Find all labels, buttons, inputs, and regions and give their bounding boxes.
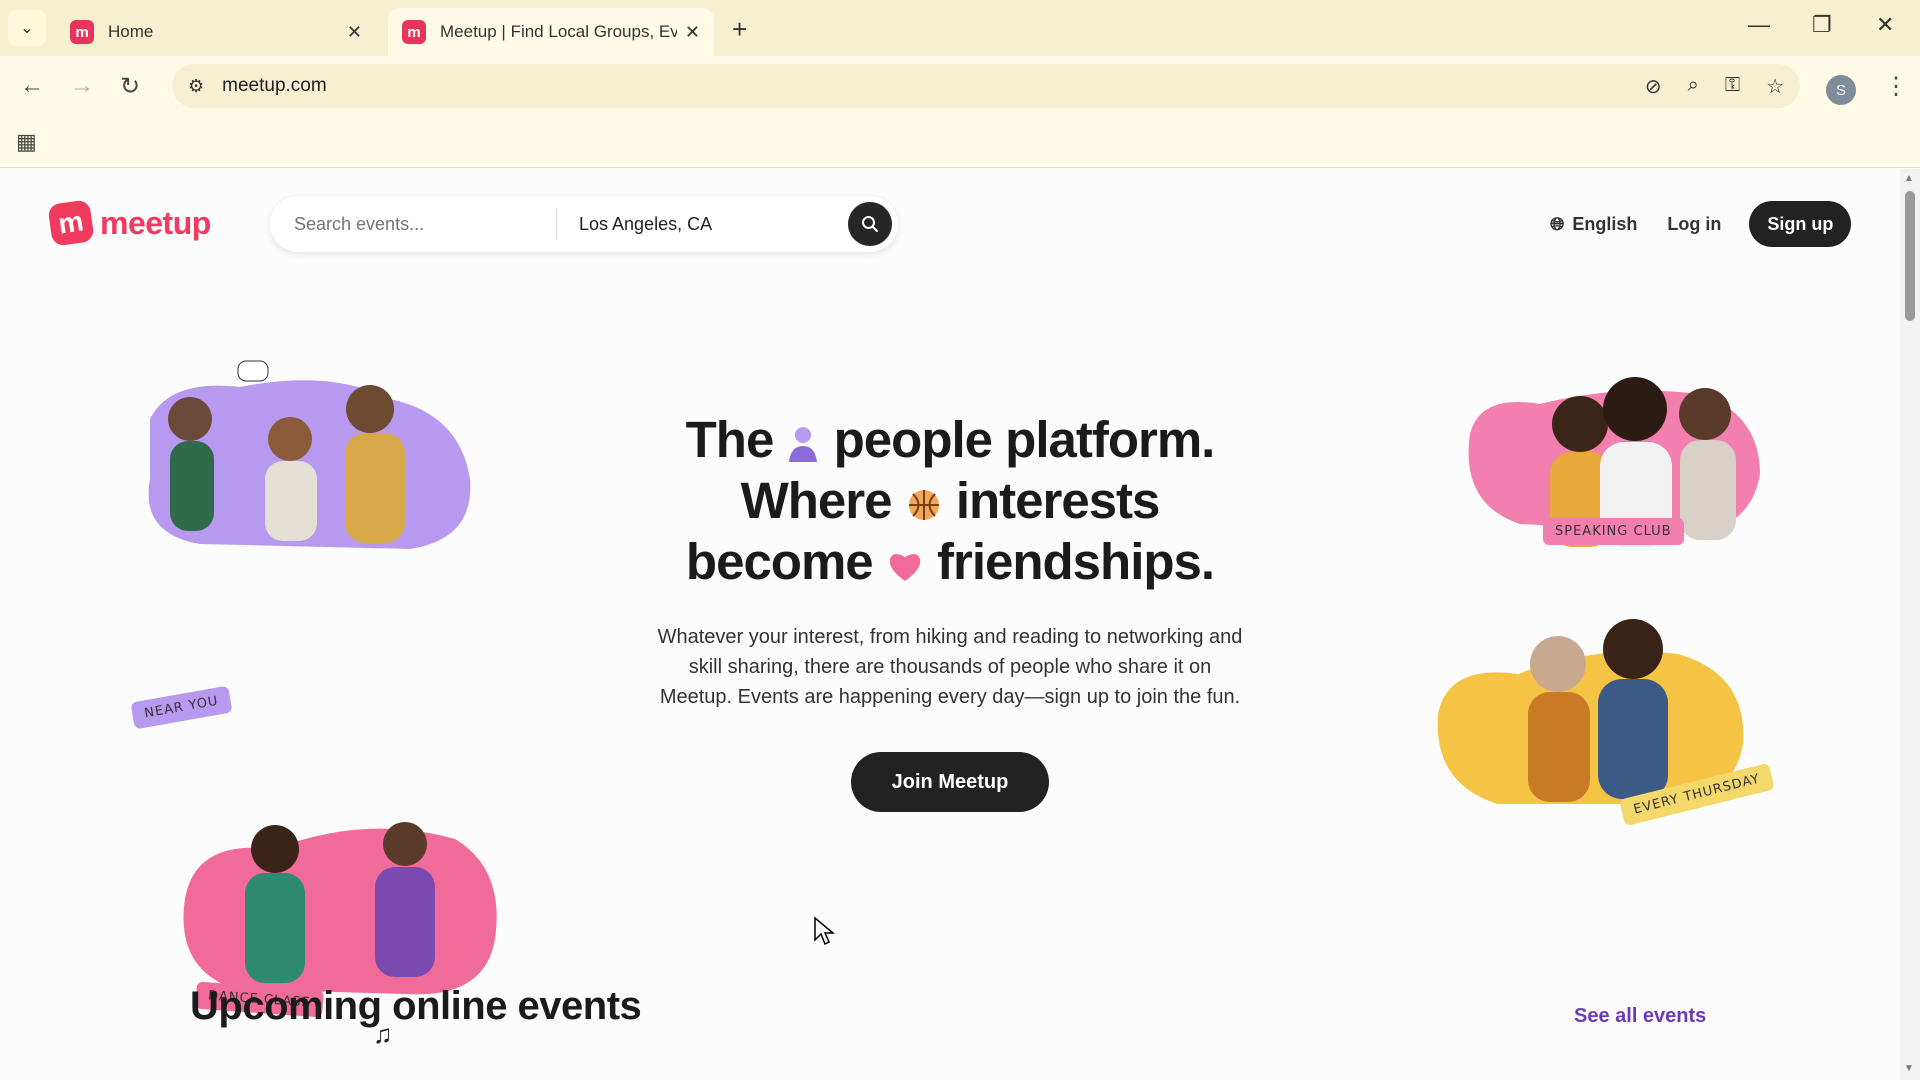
site-settings-icon[interactable]: ⚙ (188, 76, 204, 97)
search-button[interactable] (848, 202, 892, 246)
zoom-icon[interactable]: ⌕ (1688, 74, 1699, 99)
meetup-favicon-icon: m (402, 20, 426, 44)
logo-text: meetup (100, 204, 211, 241)
hero-heading: The people platform. Where interests bec… (600, 409, 1300, 592)
near-you-photo (148, 360, 471, 549)
meetup-logo[interactable]: m meetup (47, 199, 211, 247)
restore-icon[interactable]: ❐ (1812, 12, 1832, 38)
meetup-favicon-icon: m (70, 20, 94, 44)
tab-title: Meetup | Find Local Groups, Ev (440, 22, 677, 41)
address-bar[interactable]: ⚙ meetup.com ⊘ ⌕ ⚿ ☆ (172, 64, 1800, 108)
hero-section: The people platform. Where interests bec… (600, 409, 1300, 812)
speaking-club-badge: SPEAKING CLUB (1543, 518, 1684, 545)
hero-line3-b: friendships. (937, 533, 1215, 590)
location-input[interactable] (579, 213, 849, 235)
scroll-thumb[interactable] (1905, 191, 1915, 321)
hero-line2-b: interests (955, 472, 1161, 529)
see-all-events-link[interactable]: See all events (1574, 1005, 1706, 1028)
mouse-cursor-icon (814, 916, 835, 946)
password-key-icon[interactable]: ⚿ (1725, 74, 1740, 99)
hero-description: Whatever your interest, from hiking and … (657, 626, 1243, 708)
search-input[interactable] (294, 213, 554, 235)
new-tab-button[interactable]: + (732, 14, 747, 45)
heart-icon (889, 553, 921, 581)
window-close-icon[interactable]: ✕ (1876, 12, 1894, 38)
bookmark-star-icon[interactable]: ☆ (1766, 74, 1784, 99)
back-arrow-icon[interactable]: ← (20, 72, 44, 100)
browser-menu-icon[interactable]: ⋮ (1884, 72, 1908, 101)
reload-icon[interactable]: ↻ (120, 72, 140, 101)
event-search-bar (270, 196, 898, 252)
signup-button[interactable]: Sign up (1749, 201, 1852, 247)
apps-grid-icon[interactable]: ▦ (16, 129, 37, 155)
tab-title: Home (108, 22, 154, 41)
bookmarks-bar: ▦ (0, 114, 1920, 168)
login-link[interactable]: Log in (1667, 214, 1721, 235)
browser-tab-home[interactable]: m Home ✕ (56, 8, 376, 56)
language-selector[interactable]: 🌐︎ English (1550, 214, 1637, 235)
scroll-up-arrow-icon[interactable]: ▲ (1904, 173, 1914, 184)
search-divider (556, 208, 557, 240)
language-label: English (1572, 213, 1638, 234)
basketball-icon (908, 489, 939, 520)
hero-line3-a: become (685, 533, 874, 590)
browser-tab-meetup[interactable]: m Meetup | Find Local Groups, Ev ✕ (388, 8, 714, 56)
location-off-icon[interactable]: ⊘ (1645, 74, 1662, 99)
hero-line2-a: Where (740, 472, 893, 529)
page-scrollbar[interactable]: ▲ ▼ (1900, 169, 1920, 1080)
hero-line1-b: people platform. (833, 411, 1216, 468)
upcoming-events-title: Upcoming online events (190, 984, 642, 1028)
url-text[interactable]: meetup.com (222, 75, 327, 97)
forward-arrow-icon[interactable]: → (70, 72, 94, 100)
chevron-down-icon: ⌄ (20, 20, 34, 37)
join-meetup-button[interactable]: Join Meetup (851, 752, 1049, 812)
meetup-logo-icon: m (47, 199, 95, 247)
globe-icon: 🌐︎ (1550, 213, 1565, 234)
meetup-page: m meetup 🌐︎ English Log in Sign up NEAR … (0, 169, 1900, 1080)
search-icon (862, 216, 878, 232)
hero-line1-a: The (685, 411, 775, 468)
person-icon (789, 426, 818, 462)
scroll-down-arrow-icon[interactable]: ▼ (1904, 1063, 1914, 1074)
header-actions: 🌐︎ English Log in Sign up (1550, 201, 1852, 247)
minimize-icon[interactable]: — (1748, 12, 1770, 38)
browser-toolbar: ← → ↻ ⚙ meetup.com ⊘ ⌕ ⚿ ☆ (0, 56, 1920, 114)
tab-search-button[interactable]: ⌄ (8, 10, 46, 46)
near-you-badge: NEAR YOU (130, 685, 233, 730)
browser-tab-strip: ⌄ m Home ✕ m Meetup | Find Local Groups,… (0, 0, 1920, 56)
close-icon[interactable]: ✕ (347, 22, 362, 43)
profile-avatar[interactable]: S (1826, 75, 1856, 105)
close-icon[interactable]: ✕ (685, 22, 700, 43)
